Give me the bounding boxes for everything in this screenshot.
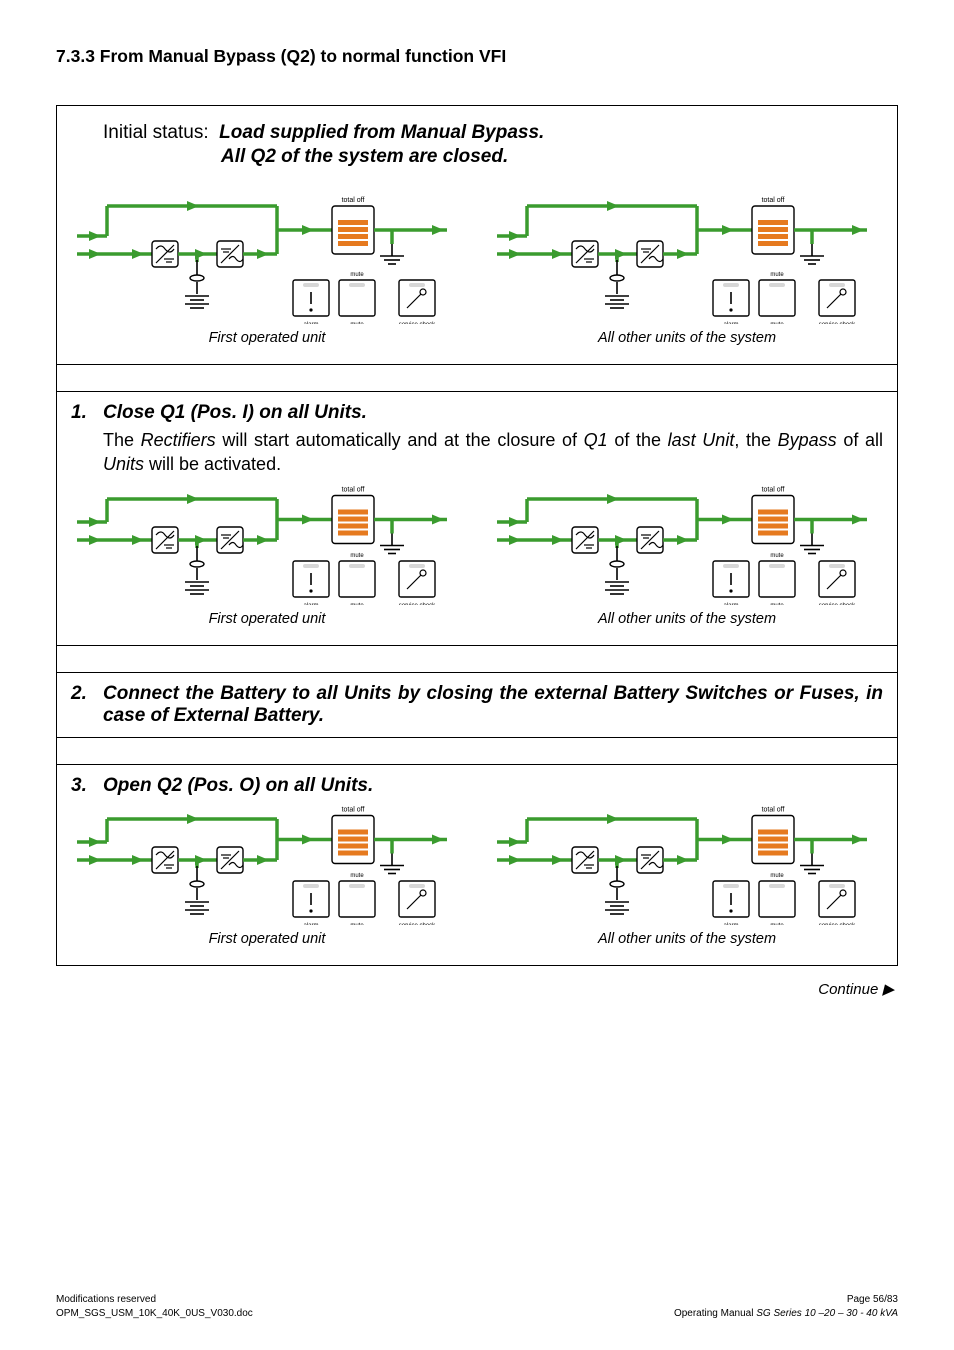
svg-text:✕: ✕ [351,894,363,910]
initial-status-block: Initial status: Load supplied from Manua… [57,106,897,365]
diagram-first-unit: total off alarm mute ✕ mute service check… [71,184,463,346]
caption-other-units: All other units of the system [491,611,883,627]
svg-text:alarm: alarm [723,923,738,925]
svg-text:total off: total off [342,486,365,493]
svg-text:total off: total off [762,486,785,493]
initial-bold1: Load supplied from Manual Bypass. [219,122,544,143]
svg-text:total off: total off [762,806,785,813]
initial-status-line2: All Q2 of the system are closed. [221,146,883,168]
svg-text:mute: mute [350,873,364,879]
schematic-icon: total off alarm mute ✕ mute service check [497,485,877,605]
schematic-icon: total off alarm mute ✕ mute service check [77,184,457,324]
svg-text:mute: mute [350,603,364,605]
step-number: 3. [71,775,91,797]
step-title: Open Q2 (Pos. O) on all Units. [103,775,883,797]
footer-right-2: Operating Manual SG Series 10 –20 – 30 -… [674,1307,898,1321]
svg-text:total off: total off [342,806,365,813]
svg-text:✕: ✕ [771,894,783,910]
caption-first-unit: First operated unit [71,611,463,627]
svg-text:mute: mute [770,322,784,324]
step-desc: The Rectifiers will start automatically … [103,428,883,477]
spacer [57,365,897,392]
svg-text:service check: service check [399,322,436,324]
section-heading: 7.3.3 From Manual Bypass (Q2) to normal … [56,46,898,67]
svg-text:mute: mute [350,923,364,925]
initial-prefix: Initial status: [103,122,209,143]
diagram-row-initial: total off alarm mute ✕ mute service check… [71,176,883,354]
step-2-block: 2. Connect the Battery to all Units by c… [57,673,897,738]
svg-text:alarm: alarm [723,322,738,324]
procedure-box: Initial status: Load supplied from Manua… [56,105,898,966]
footer-right-1: Page 56/83 [674,1293,898,1307]
caption-first-unit: First operated unit [71,330,463,346]
svg-text:service check: service check [819,603,856,605]
schematic-icon: total off alarm mute ✕ mute service check [77,485,457,605]
step-1-block: 1. Close Q1 (Pos. I) on all Units. The R… [57,392,897,646]
svg-text:service check: service check [819,322,856,324]
caption-first-unit: First operated unit [71,931,463,947]
diagram-other-units: total off alarm mute ✕ mute service check… [491,485,883,627]
diagram-first-unit: total off alarm mute ✕ mute service check… [71,805,463,947]
svg-text:mute: mute [770,873,784,879]
svg-text:mute: mute [350,272,364,278]
svg-text:✕: ✕ [351,574,363,590]
svg-text:mute: mute [770,923,784,925]
svg-text:mute: mute [350,322,364,324]
caption-other-units: All other units of the system [491,931,883,947]
step-body: Connect the Battery to all Units by clos… [103,683,883,727]
svg-text:alarm: alarm [723,603,738,605]
diagram-other-units: total off alarm mute ✕ mute service check… [491,805,883,947]
svg-text:mute: mute [350,553,364,559]
svg-text:mute: mute [770,272,784,278]
svg-text:✕: ✕ [771,574,783,590]
caption-other-units: All other units of the system [491,330,883,346]
svg-text:total off: total off [762,197,785,204]
schematic-icon: total off alarm mute ✕ mute service check [77,805,457,925]
schematic-icon: total off alarm mute ✕ mute service check [497,184,877,324]
footer-right: Page 56/83 Operating Manual SG Series 10… [674,1293,898,1320]
initial-status-line1: Initial status: Load supplied from Manua… [103,122,883,144]
footer-left-1: Modifications reserved [56,1293,253,1307]
diagram-other-units: total off alarm mute ✕ mute service check… [491,184,883,346]
diagram-row-step1: total off alarm mute ✕ mute service check… [71,477,883,635]
svg-text:service check: service check [399,923,436,925]
spacer [57,646,897,673]
spacer [57,738,897,765]
svg-text:mute: mute [770,553,784,559]
footer-left-2: OPM_SGS_USM_10K_40K_0US_V030.doc [56,1307,253,1321]
svg-text:✕: ✕ [351,293,363,309]
svg-text:alarm: alarm [303,603,318,605]
step-body: Open Q2 (Pos. O) on all Units. [103,775,883,797]
step-number: 2. [71,683,91,705]
svg-text:service check: service check [819,923,856,925]
step-body: Close Q1 (Pos. I) on all Units. The Rect… [103,402,883,477]
step-3-block: 3. Open Q2 (Pos. O) on all Units. total … [57,765,897,965]
schematic-icon: total off alarm mute ✕ mute service check [497,805,877,925]
svg-text:✕: ✕ [771,293,783,309]
svg-text:total off: total off [342,197,365,204]
diagram-first-unit: total off alarm mute ✕ mute service check… [71,485,463,627]
svg-text:mute: mute [770,603,784,605]
step-number: 1. [71,402,91,424]
svg-text:service check: service check [399,603,436,605]
continue-indicator: Continue ▶ [56,980,898,998]
step-title: Connect the Battery to all Units by clos… [103,683,883,727]
page-footer: Modifications reserved OPM_SGS_USM_10K_4… [56,1293,898,1320]
step-title: Close Q1 (Pos. I) on all Units. [103,402,883,424]
footer-left: Modifications reserved OPM_SGS_USM_10K_4… [56,1293,253,1320]
svg-text:alarm: alarm [303,923,318,925]
diagram-row-step3: total off alarm mute ✕ mute service check… [71,797,883,955]
svg-text:alarm: alarm [303,322,318,324]
